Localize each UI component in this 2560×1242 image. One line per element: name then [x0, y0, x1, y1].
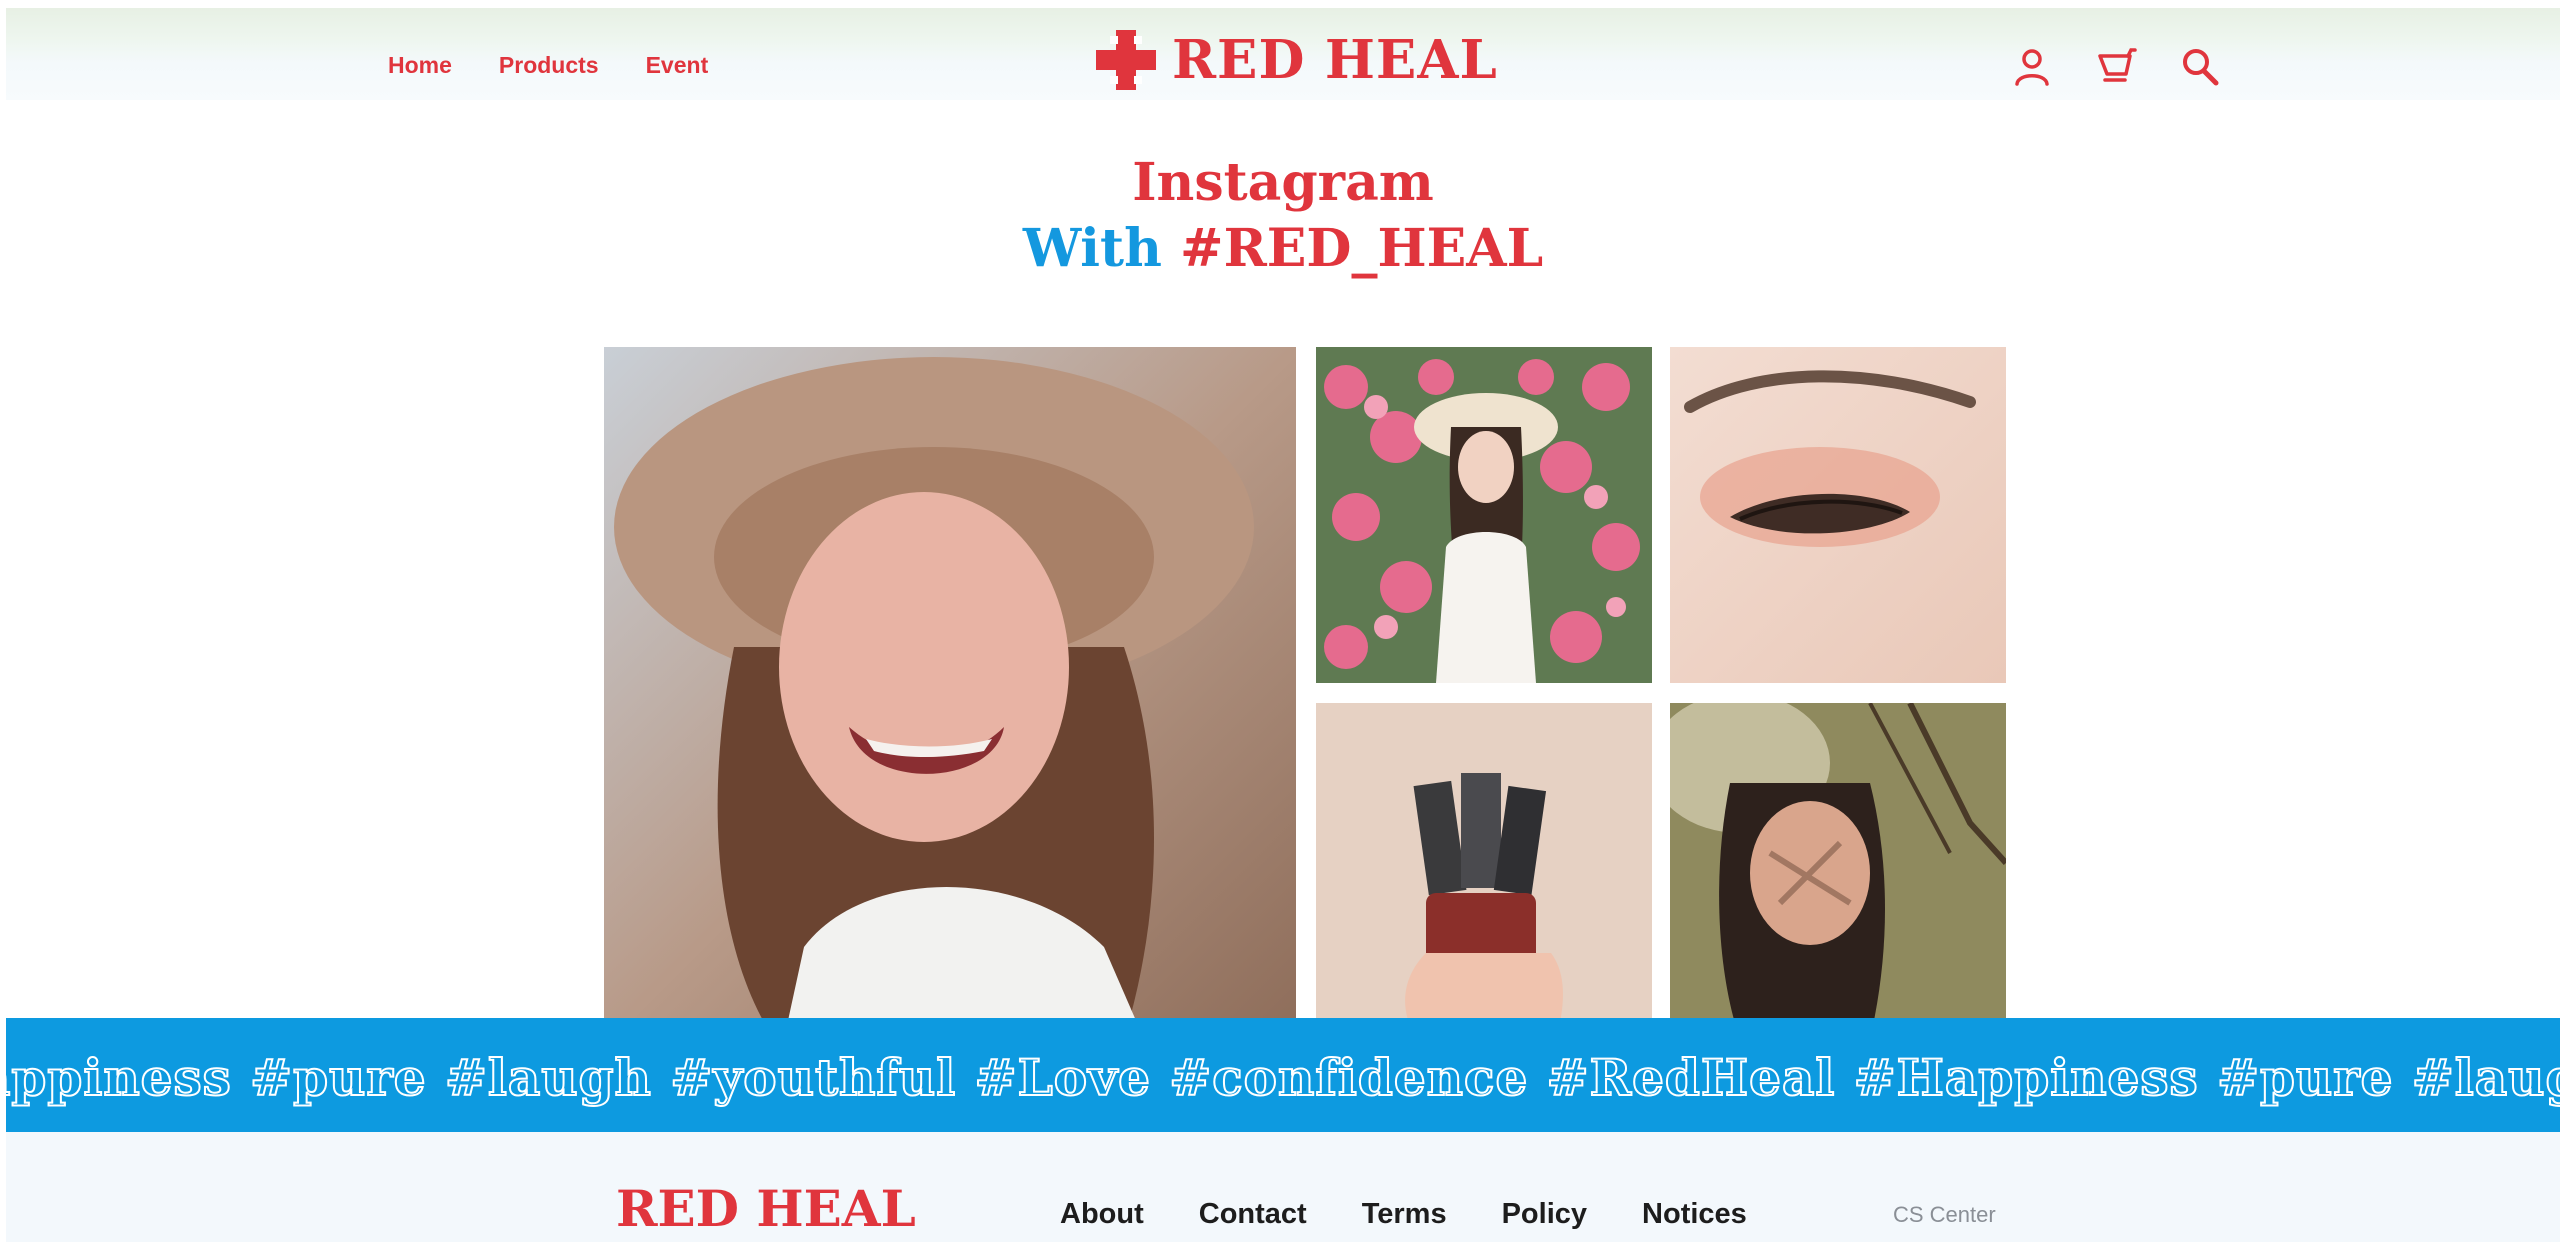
footer-link-policy[interactable]: Policy	[1502, 1198, 1587, 1231]
photo-laughing-woman-hat[interactable]	[604, 347, 1296, 1039]
title-hashtag-line: With #RED_HEAL	[6, 216, 2560, 282]
title-word-with: With	[1022, 218, 1162, 279]
main-nav: Home Products Event	[388, 52, 708, 79]
photo-woman-shadow-branches[interactable]	[1670, 703, 2006, 1039]
photo-lipstick-bottles-hand[interactable]	[1316, 703, 1652, 1039]
footer-link-about[interactable]: About	[1060, 1198, 1144, 1231]
title-word-hashtag: #RED_HEAL	[1180, 218, 1544, 279]
nav-products[interactable]: Products	[499, 52, 599, 79]
hashtag-ticker: appiness #pure #laugh #youthful #Love #c…	[6, 1018, 2560, 1132]
site-header: Home Products Event RED HEAL	[6, 8, 2560, 100]
footer-link-terms[interactable]: Terms	[1362, 1198, 1447, 1231]
photo-eye-makeup-closeup[interactable]	[1670, 347, 2006, 683]
footer-link-notices[interactable]: Notices	[1642, 1198, 1747, 1231]
cs-center-link[interactable]: CS Center	[1893, 1202, 1996, 1228]
ticker-text: appiness #pure #laugh #youthful #Love #c…	[6, 1047, 2560, 1108]
header-icons	[2011, 46, 2221, 88]
user-icon[interactable]	[2011, 46, 2053, 88]
cart-icon[interactable]	[2095, 46, 2137, 88]
site-logo[interactable]: RED HEAL	[1096, 30, 1498, 90]
nav-home[interactable]: Home	[388, 52, 452, 79]
footer-link-contact[interactable]: Contact	[1199, 1198, 1307, 1231]
logo-wordmark: RED HEAL	[1172, 28, 1498, 91]
page: Home Products Event RED HEAL Instagram W…	[6, 0, 2560, 1242]
nav-event[interactable]: Event	[646, 52, 709, 79]
instagram-section-title: Instagram With #RED_HEAL	[6, 150, 2560, 282]
photo-woman-in-flowers[interactable]	[1316, 347, 1652, 683]
footer-links: About Contact Terms Policy Notices	[1060, 1198, 1747, 1231]
red-cross-logo-icon	[1096, 30, 1156, 90]
title-instagram: Instagram	[1132, 152, 1434, 213]
search-icon[interactable]	[2179, 46, 2221, 88]
site-footer: RED HEAL About Contact Terms Policy Noti…	[6, 1132, 2560, 1242]
footer-logo[interactable]: RED HEAL	[616, 1184, 916, 1234]
